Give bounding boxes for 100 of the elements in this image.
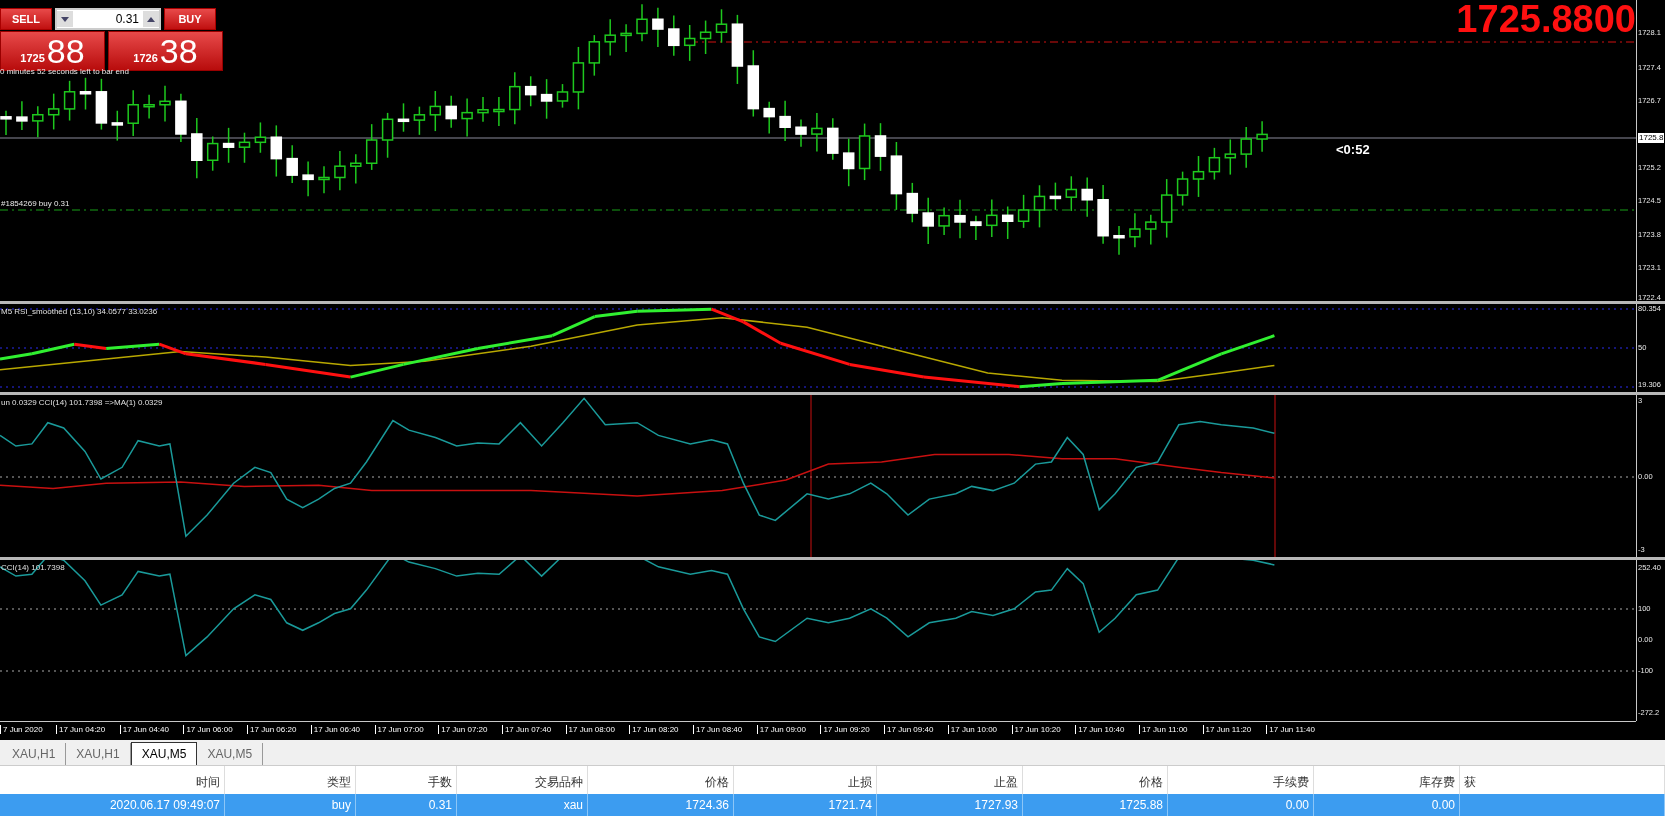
candle <box>477 96 489 123</box>
candle <box>509 71 521 125</box>
time-label: 17 Jun 10:40 <box>1075 725 1125 735</box>
candle <box>986 198 998 238</box>
table-cell: xau <box>457 794 588 816</box>
time-label: 17 Jun 11:20 <box>1202 725 1252 735</box>
candle <box>461 97 473 138</box>
column-header: 手续费 <box>1168 766 1314 794</box>
column-header: 价格 <box>588 766 734 794</box>
time-label: 17 Jun 09:20 <box>820 725 870 735</box>
candle <box>524 75 537 107</box>
candle <box>1208 147 1221 181</box>
candle <box>175 93 187 143</box>
column-header: 时间 <box>0 766 225 794</box>
candle <box>206 135 219 172</box>
candle <box>16 100 28 131</box>
candle <box>572 46 585 111</box>
candle <box>922 196 934 245</box>
candle <box>1049 181 1062 211</box>
table-cell: 0.00 <box>1314 794 1460 816</box>
time-label: 17 Jun 11:00 <box>1138 725 1188 735</box>
candle <box>318 165 330 194</box>
column-header: 价格 <box>1023 766 1168 794</box>
increase-button[interactable] <box>143 11 159 27</box>
candle <box>143 94 155 120</box>
time-label: 17 Jun 07:00 <box>374 725 424 735</box>
chart-tab[interactable]: XAU,M5 <box>130 742 198 765</box>
candle <box>1129 212 1141 248</box>
candle <box>238 131 251 164</box>
candle <box>731 14 744 85</box>
candle <box>890 141 903 211</box>
table-cell: 0.00 <box>1168 794 1314 816</box>
volume-spinner[interactable]: 0.31 <box>55 8 161 30</box>
sell-button[interactable]: SELL <box>0 8 52 30</box>
buy-button[interactable]: BUY <box>164 8 216 30</box>
candle <box>413 105 426 136</box>
time-label: 17 Jun 04:40 <box>119 725 169 735</box>
decrease-button[interactable] <box>57 11 73 27</box>
candle <box>1097 184 1109 245</box>
time-label: 17 Jun 08:20 <box>629 725 679 735</box>
candle <box>111 110 124 142</box>
last-price: 1725.8800 <box>1456 0 1636 41</box>
table-cell: 1725.88 <box>1023 794 1168 816</box>
candle <box>302 160 314 197</box>
candle <box>556 83 569 109</box>
candle <box>715 8 728 44</box>
candle <box>906 182 919 223</box>
candle <box>588 34 601 77</box>
indicator-label: un 0.0329 CCI(14) 101.7398 =>MA(1) 0.0329 <box>1 397 163 407</box>
candle <box>254 121 267 154</box>
candle <box>0 110 12 136</box>
candle <box>540 78 553 120</box>
candle <box>222 127 235 164</box>
time-label: 17 Jun 04:20 <box>56 725 106 735</box>
candle <box>1176 170 1189 207</box>
candle <box>954 199 966 240</box>
candle <box>620 23 632 53</box>
candle <box>493 96 505 127</box>
candle <box>970 214 982 241</box>
candle <box>683 24 696 62</box>
time-label: 17 Jun 06:40 <box>310 725 361 735</box>
column-header: 手数 <box>356 766 457 794</box>
candle <box>1145 214 1157 246</box>
candle <box>779 99 791 142</box>
candle <box>127 89 139 137</box>
candle <box>604 18 616 57</box>
candle <box>32 105 44 138</box>
candle <box>1001 205 1014 240</box>
table-cell: 0.31 <box>356 794 457 816</box>
candle <box>763 101 775 135</box>
column-header: 库存费 <box>1314 766 1460 794</box>
candle <box>1224 138 1237 176</box>
candle <box>1017 194 1030 229</box>
candle <box>636 3 648 43</box>
table-cell: buy <box>225 794 356 816</box>
time-label: 7 Jun 2020 <box>0 725 43 735</box>
candle <box>381 112 394 159</box>
time-label: 17 Jun 10:20 <box>1011 725 1061 735</box>
caret-up-icon <box>147 16 155 22</box>
candle <box>811 112 823 153</box>
candle <box>1065 175 1078 212</box>
candle <box>1240 126 1252 169</box>
table-cell: 2020.06.17 09:49:07 <box>0 794 225 816</box>
column-header: 类型 <box>225 766 356 794</box>
candle <box>699 19 712 55</box>
candle <box>191 117 203 179</box>
time-label: 17 Jun 09:40 <box>884 725 934 735</box>
time-label: 17 Jun 07:20 <box>438 725 488 735</box>
candle <box>668 14 680 57</box>
table-cell: 1724.36 <box>588 794 734 816</box>
candle <box>874 122 887 172</box>
candle <box>795 118 807 148</box>
indicator-label: M5 RSI_smoothed (13,10) 34.0577 33.0236 <box>1 307 158 317</box>
column-header: 止损 <box>734 766 877 794</box>
table-cell: 1727.93 <box>877 794 1023 816</box>
candle <box>652 7 664 48</box>
candle <box>842 137 855 187</box>
candle <box>159 84 171 123</box>
time-label: 17 Jun 09:00 <box>756 725 806 735</box>
candle <box>445 95 457 129</box>
